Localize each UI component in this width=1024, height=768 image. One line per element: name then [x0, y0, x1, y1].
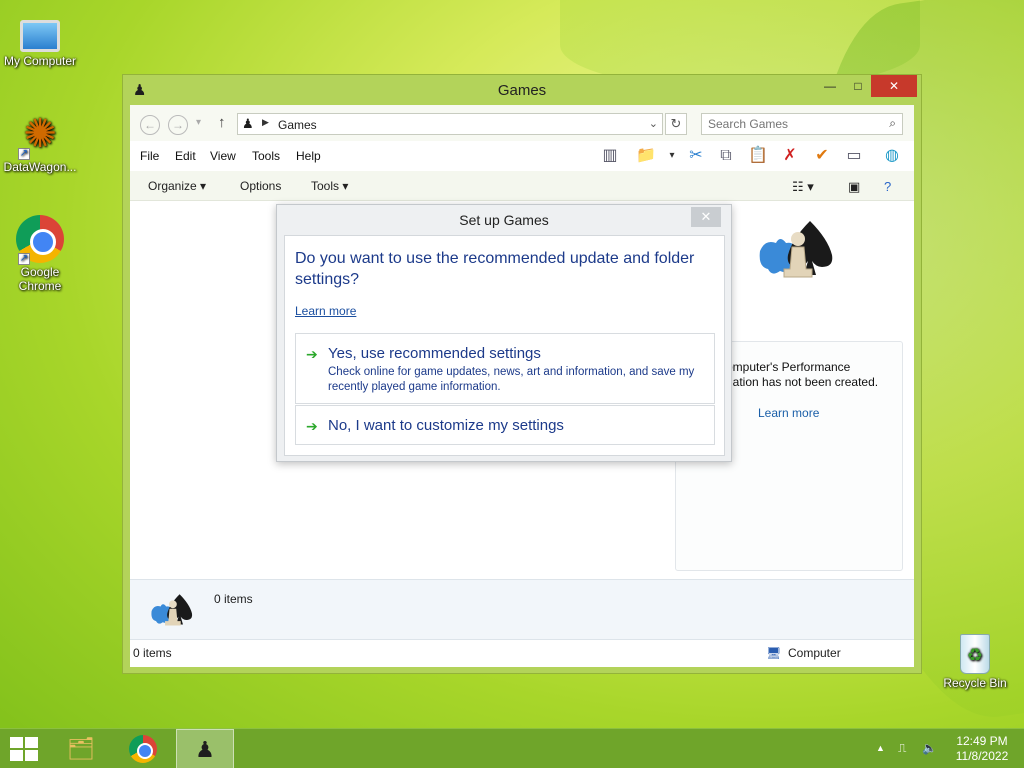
dropdown-chevron-icon[interactable]: ▾ [660, 145, 684, 167]
search-box[interactable]: ⌕ [701, 113, 903, 135]
search-icon[interactable]: ⌕ [889, 116, 896, 131]
desktop-icon-label: Recycle Bin [943, 676, 1007, 690]
computer-icon [20, 20, 60, 52]
windows-logo-icon [10, 750, 23, 761]
options-button[interactable]: Options [240, 179, 281, 193]
delete-icon[interactable]: ✗ [778, 145, 802, 167]
desktop-icon-recycle-bin[interactable]: ♻ Recycle Bin [935, 628, 1015, 690]
desktop-icon-label: My Computer [3, 54, 77, 68]
computer-icon: 🖥 [766, 646, 782, 660]
dialog-question: Do you want to use the recommended updat… [295, 250, 695, 288]
window-title: Games [497, 82, 547, 99]
help-icon[interactable]: ? [884, 179, 891, 194]
layout-pane-icon[interactable]: ▥ [598, 145, 622, 167]
title-bar[interactable]: ♟ Games — □ ✕ [123, 75, 921, 105]
desktop-icon-datawagon[interactable]: ✺ ↗ DataWagon... [0, 110, 80, 174]
shortcut-arrow-icon: ↗ [18, 253, 30, 265]
green-arrow-icon: ➔ [306, 346, 318, 362]
games-chess-icon [151, 594, 193, 626]
menu-edit[interactable]: Edit [175, 149, 196, 163]
folder-icon: 🗂 [67, 736, 95, 761]
games-logo-icon [759, 221, 833, 278]
option-title: Yes, use recommended settings [328, 345, 541, 362]
dialog-title: Set up Games [459, 212, 549, 228]
address-bar-row: ← → ▾ ↑ ♟ ▶ Games ⌄ ↻ ⌕ [130, 105, 914, 141]
breadcrumb-games[interactable]: Games [278, 118, 317, 132]
dialog-learn-more-link[interactable]: Learn more [295, 304, 356, 318]
windows-logo-icon [25, 750, 38, 761]
volume-icon[interactable]: 🔈 [922, 741, 937, 755]
details-pane: 0 items [130, 579, 914, 639]
setup-games-dialog: Set up Games ✕ Do you want to use the re… [276, 204, 732, 462]
windows-logo-icon [25, 737, 38, 748]
windows-logo-icon [10, 737, 23, 748]
performance-text: omputer's Performance nation has not bee… [726, 360, 879, 389]
chrome-icon [129, 735, 157, 763]
tools-button[interactable]: Tools ▾ [311, 179, 348, 193]
recycle-bin-icon: ♻ [960, 634, 990, 674]
dialog-close-button[interactable]: ✕ [691, 207, 721, 227]
close-button[interactable]: ✕ [871, 75, 917, 97]
games-chess-icon: ♟ [195, 737, 215, 762]
green-arrow-icon: ➔ [306, 418, 318, 434]
minimize-button[interactable]: — [815, 75, 845, 97]
address-dropdown-chevron-icon[interactable]: ⌄ [649, 117, 658, 130]
breadcrumb-separator-icon[interactable]: ▶ [262, 117, 269, 128]
properties-icon[interactable]: ▭ [842, 145, 866, 167]
menu-help[interactable]: Help [296, 149, 321, 163]
paste-icon[interactable]: 📋 [746, 145, 770, 167]
menu-view[interactable]: View [210, 149, 236, 163]
clock-date: 11/8/2022 [955, 749, 1009, 763]
taskbar-games[interactable]: ♟ [176, 729, 234, 768]
desktop-icon-label: DataWagon... [3, 160, 77, 174]
command-bar: Organize ▾ Options Tools ▾ ☷ ▾ ▣ ? [130, 171, 914, 201]
address-bar[interactable]: ♟ ▶ Games ⌄ [237, 113, 663, 135]
games-chess-icon: ♟ [242, 116, 254, 131]
back-button[interactable]: ← [140, 115, 160, 135]
performance-learn-more-link[interactable]: Learn more [758, 406, 819, 420]
search-input[interactable] [702, 114, 872, 134]
globe-icon[interactable]: ◍ [880, 145, 904, 167]
desktop-icon-google-chrome[interactable]: ↗ Google Chrome [0, 215, 80, 293]
copy-icon[interactable]: ⧉ [714, 145, 738, 167]
recent-pages-chevron-icon[interactable]: ▾ [196, 117, 201, 128]
shortcut-arrow-icon: ↗ [18, 148, 30, 160]
option-title: No, I want to customize my settings [328, 417, 564, 434]
up-arrow-icon[interactable]: ↑ [218, 114, 226, 131]
organize-button[interactable]: Organize ▾ [148, 179, 206, 193]
chrome-icon: ↗ [16, 215, 64, 265]
network-icon[interactable]: ⎍ [898, 741, 906, 756]
clock-time: 12:49 PM [956, 734, 1008, 748]
desktop-icon-my-computer[interactable]: My Computer [0, 10, 80, 68]
cut-icon[interactable]: ✂ [684, 145, 708, 167]
menu-tools[interactable]: Tools [252, 149, 280, 163]
details-item-count: 0 items [214, 592, 253, 606]
status-item-count: 0 items [133, 646, 172, 660]
start-button[interactable] [10, 737, 38, 761]
option-description: Check online for game updates, news, art… [328, 366, 695, 393]
folder-check-icon[interactable]: 📁 [634, 145, 658, 167]
maximize-button[interactable]: □ [843, 75, 873, 97]
status-location: Computer [788, 646, 841, 660]
clock[interactable]: 12:49 PM 11/8/2022 [952, 734, 1012, 764]
mandala-icon: ✺ ↗ [18, 112, 57, 160]
show-hidden-icons-icon[interactable]: ▲ [876, 743, 885, 753]
view-options-icon[interactable]: ☷ ▾ [792, 179, 814, 195]
taskbar-file-explorer[interactable]: 🗂 [52, 729, 110, 768]
taskbar-chrome[interactable] [114, 729, 172, 768]
preview-pane-icon[interactable]: ▣ [848, 179, 860, 195]
dialog-body: Do you want to use the recommended updat… [284, 235, 725, 456]
use-recommended-settings-option[interactable]: ➔ Yes, use recommended settings Check on… [295, 333, 715, 404]
customize-settings-option[interactable]: ➔ No, I want to customize my settings [295, 405, 715, 445]
menu-bar: File Edit View Tools Help ▥ 📁 ▾ ✂ ⧉ 📋 ✗ … [130, 141, 914, 171]
refresh-button[interactable]: ↻ [665, 113, 687, 135]
status-bar: 0 items 🖥 Computer [130, 639, 914, 663]
forward-button[interactable]: → [168, 115, 188, 135]
checkmark-icon[interactable]: ✔ [810, 145, 834, 167]
menu-file[interactable]: File [140, 149, 159, 163]
taskbar: 🗂 ♟ ▲ ⎍ 🔈 12:49 PM 11/8/2022 [0, 728, 1024, 768]
desktop-icon-label: Google Chrome [18, 265, 62, 293]
